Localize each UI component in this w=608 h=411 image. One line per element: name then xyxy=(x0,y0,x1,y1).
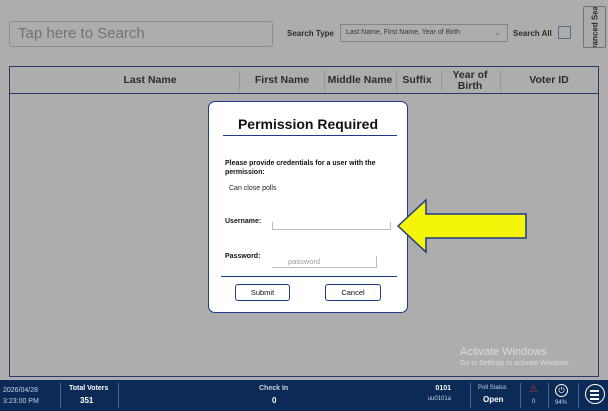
precinct-subcode: uu0101a xyxy=(427,396,451,402)
status-bar: 2026/04/28 3:23:00 PM Total Voters 351 C… xyxy=(0,380,608,411)
power-icon[interactable]: ⏻ xyxy=(555,384,568,397)
precinct-code: 0101 xyxy=(435,385,451,392)
check-in-label: Check In xyxy=(259,385,289,392)
poll-status-value: Open xyxy=(483,395,504,404)
alert-icon[interactable]: ⚠ xyxy=(529,384,538,395)
divider xyxy=(548,383,549,408)
dialog-message: Please provide credentials for a user wi… xyxy=(225,160,376,176)
submit-button[interactable]: Submit xyxy=(235,284,290,301)
total-voters-label: Total Voters xyxy=(69,385,109,392)
pointer-arrow-icon xyxy=(396,198,527,254)
username-label: Username: xyxy=(225,218,262,225)
total-voters-value: 351 xyxy=(80,396,94,405)
alert-count: 0 xyxy=(532,399,536,405)
poll-status-label: Poll Status xyxy=(478,385,507,391)
divider xyxy=(223,135,397,136)
cancel-button[interactable]: Cancel xyxy=(325,284,381,301)
divider xyxy=(118,383,119,408)
menu-icon[interactable] xyxy=(585,384,605,404)
watermark-subtitle: Go to Settings to activate Windows. xyxy=(460,360,571,367)
password-label: Password: xyxy=(225,253,261,260)
watermark-title: Activate Windows xyxy=(460,346,547,358)
divider xyxy=(221,276,397,277)
check-in-value: 0 xyxy=(272,396,277,405)
dialog-title: Permission Required xyxy=(237,116,379,132)
divider xyxy=(520,383,521,408)
time-text: 3:23:00 PM xyxy=(3,398,39,405)
activation-watermark: Activate Windows Go to Settings to activ… xyxy=(460,346,571,367)
divider xyxy=(60,383,61,408)
battery-level: 94% xyxy=(555,400,568,406)
password-field[interactable]: password xyxy=(272,256,377,268)
username-field[interactable] xyxy=(272,222,391,230)
divider xyxy=(470,383,471,408)
divider xyxy=(578,383,579,408)
datetime: 2026/04/28 3:23:00 PM xyxy=(3,385,39,407)
date-text: 2026/04/28 xyxy=(3,387,39,394)
permission-dialog: Permission Required Please provide crede… xyxy=(208,101,408,313)
permission-name: Can close polls xyxy=(229,185,277,192)
